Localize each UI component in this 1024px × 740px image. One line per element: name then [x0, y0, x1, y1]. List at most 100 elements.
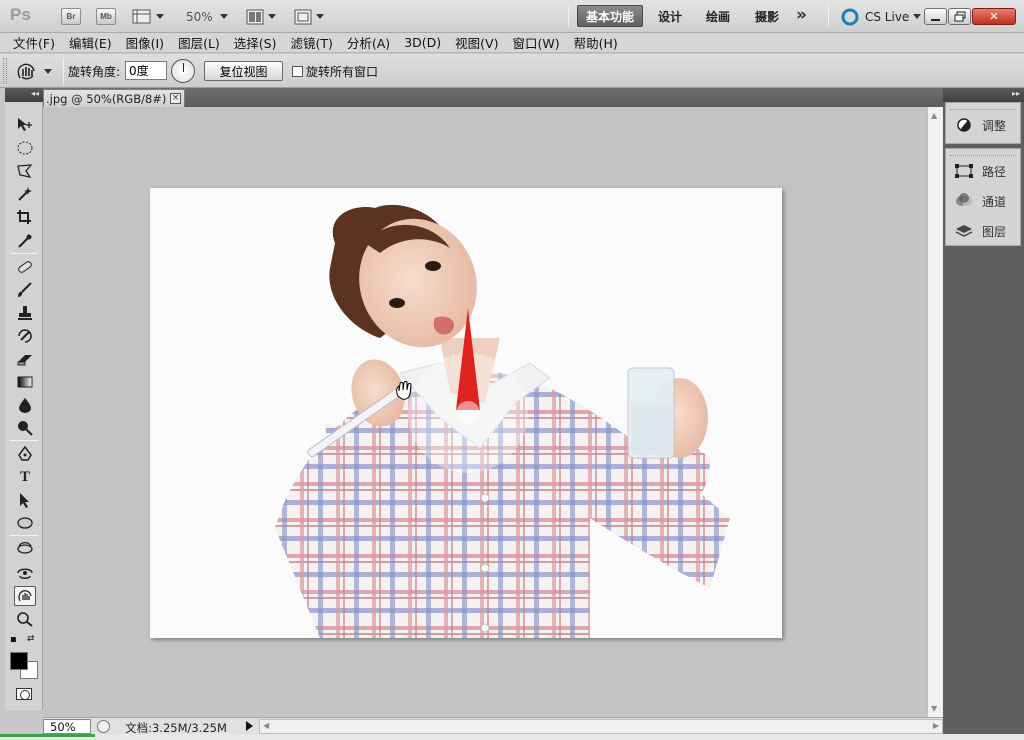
- view-extras-button[interactable]: [132, 6, 164, 27]
- eyedropper-tool[interactable]: [14, 231, 36, 251]
- panel-tab-adjustments[interactable]: 调整: [946, 110, 1020, 140]
- history-brush-icon: [18, 329, 32, 343]
- status-zoom-field[interactable]: 50%: [43, 719, 91, 734]
- panel-label: 路径: [982, 164, 1007, 179]
- tools-panel-header[interactable]: ◂◂: [5, 88, 43, 102]
- status-icon[interactable]: [97, 720, 110, 733]
- eraser-tool[interactable]: [14, 349, 36, 369]
- workspace-painting-button[interactable]: 绘画: [698, 5, 738, 27]
- type-tool[interactable]: T: [14, 467, 36, 487]
- healing-brush-tool[interactable]: [14, 257, 36, 277]
- tool-preset-picker[interactable]: [14, 60, 56, 82]
- brush-tool[interactable]: [14, 280, 36, 300]
- canvas-area[interactable]: [43, 107, 927, 717]
- rotation-angle-input[interactable]: [125, 61, 167, 80]
- expand-panels-icon[interactable]: ▸▸: [1012, 89, 1020, 98]
- document-image[interactable]: [150, 188, 782, 638]
- scroll-right-icon[interactable]: ▶: [933, 721, 939, 730]
- minimize-button[interactable]: [924, 8, 947, 25]
- crop-tool[interactable]: [14, 207, 36, 227]
- menu-3d[interactable]: 3D(D): [397, 35, 448, 50]
- blur-tool[interactable]: [14, 395, 36, 415]
- status-bar: 50% 文档:3.25M/3.25M ◀ ▶: [43, 717, 943, 735]
- workspace-photography-button[interactable]: 摄影: [747, 5, 787, 27]
- workspace-design-button[interactable]: 设计: [650, 5, 690, 27]
- layers-icon: [954, 222, 974, 240]
- clone-stamp-tool[interactable]: [14, 303, 36, 323]
- gradient-tool[interactable]: [14, 372, 36, 392]
- cs-live-button[interactable]: CS Live: [841, 6, 922, 27]
- rotate-all-windows-option[interactable]: 旋转所有窗口: [292, 63, 378, 80]
- menu-view[interactable]: 视图(V): [448, 33, 505, 52]
- dodge-tool[interactable]: [14, 418, 36, 438]
- vertical-scrollbar[interactable]: ▲ ▼: [927, 107, 943, 717]
- chevron-down-icon: [44, 68, 52, 74]
- options-bar-grip[interactable]: [3, 58, 7, 84]
- rotate-all-windows-checkbox[interactable]: [292, 66, 303, 77]
- magnifier-icon: [17, 612, 33, 627]
- chevron-down-icon: [913, 14, 922, 19]
- zoom-level-dropdown[interactable]: 50%: [186, 6, 228, 27]
- restore-icon: [954, 11, 965, 22]
- 3d-orbit-tool[interactable]: [14, 562, 36, 582]
- screen-mode-button[interactable]: [294, 6, 324, 27]
- zoom-level-value: 50%: [186, 9, 213, 24]
- menu-image[interactable]: 图像(I): [119, 33, 171, 52]
- 3d-rotate-icon: [17, 542, 33, 554]
- screen-mode-icon: [294, 9, 312, 24]
- horizontal-scrollbar[interactable]: ◀ ▶: [259, 719, 943, 734]
- menu-filter[interactable]: 滤镜(T): [283, 33, 339, 52]
- panel-tab-paths[interactable]: 路径: [946, 156, 1020, 186]
- default-colors-icon[interactable]: ◾: [10, 635, 17, 645]
- path-selection-icon: [20, 493, 29, 508]
- magic-wand-tool[interactable]: [14, 184, 36, 204]
- menu-layer[interactable]: 图层(L): [171, 33, 227, 52]
- restore-button[interactable]: [948, 8, 971, 25]
- workspace-essentials-button[interactable]: 基本功能: [577, 5, 644, 27]
- close-button[interactable]: ✕: [972, 8, 1016, 25]
- menu-window[interactable]: 窗口(W): [505, 33, 566, 52]
- shape-tool[interactable]: [14, 513, 36, 533]
- swap-colors-icon[interactable]: ⇄: [27, 634, 35, 644]
- menu-help[interactable]: 帮助(H): [567, 33, 625, 52]
- move-tool[interactable]: [14, 114, 36, 134]
- more-workspaces-button[interactable]: »: [796, 4, 807, 25]
- minimize-icon: [931, 18, 940, 21]
- divider: [828, 6, 829, 27]
- arrange-documents-button[interactable]: [246, 6, 276, 27]
- close-icon[interactable]: ×: [170, 93, 181, 104]
- rotate-view-tool[interactable]: [14, 586, 36, 606]
- scroll-up-icon[interactable]: ▲: [931, 111, 937, 120]
- scroll-left-icon[interactable]: ◀: [263, 721, 269, 730]
- cs-live-label: CS Live: [865, 9, 910, 24]
- menu-file[interactable]: 文件(F): [6, 33, 62, 52]
- zoom-tool[interactable]: [14, 609, 36, 629]
- foreground-color-swatch[interactable]: [10, 652, 28, 670]
- progress-strip: [0, 734, 95, 737]
- menu-analysis[interactable]: 分析(A): [340, 33, 397, 52]
- reset-view-button[interactable]: 复位视图: [204, 61, 283, 81]
- view-extras-icon: [132, 9, 151, 24]
- scroll-down-icon[interactable]: ▼: [931, 704, 937, 713]
- panel-dock-header[interactable]: ▸▸: [943, 88, 1024, 102]
- lasso-tool[interactable]: [14, 161, 36, 181]
- quick-mask-button[interactable]: [16, 688, 32, 700]
- rotation-dial[interactable]: [171, 59, 195, 83]
- menu-select[interactable]: 选择(S): [227, 33, 284, 52]
- menu-edit[interactable]: 编辑(E): [62, 33, 119, 52]
- panel-tab-channels[interactable]: 通道: [946, 186, 1020, 216]
- marquee-tool[interactable]: [14, 138, 36, 158]
- collapse-icon[interactable]: ◂◂: [31, 89, 39, 98]
- mini-bridge-button[interactable]: Mb: [96, 6, 116, 27]
- divider: [10, 440, 38, 441]
- pen-tool[interactable]: [14, 444, 36, 464]
- document-tab[interactable]: .jpg @ 50%(RGB/8#) ×: [43, 89, 185, 107]
- path-selection-tool[interactable]: [14, 490, 36, 510]
- rotate-all-windows-label: 旋转所有窗口: [306, 65, 379, 79]
- bridge-button[interactable]: Br: [61, 6, 81, 27]
- panel-tab-layers[interactable]: 图层: [946, 216, 1020, 246]
- rotate-view-tool-icon: [17, 63, 35, 80]
- status-menu-arrow-icon[interactable]: [246, 721, 253, 731]
- 3d-rotate-tool[interactable]: [14, 539, 36, 559]
- history-brush-tool[interactable]: [14, 326, 36, 346]
